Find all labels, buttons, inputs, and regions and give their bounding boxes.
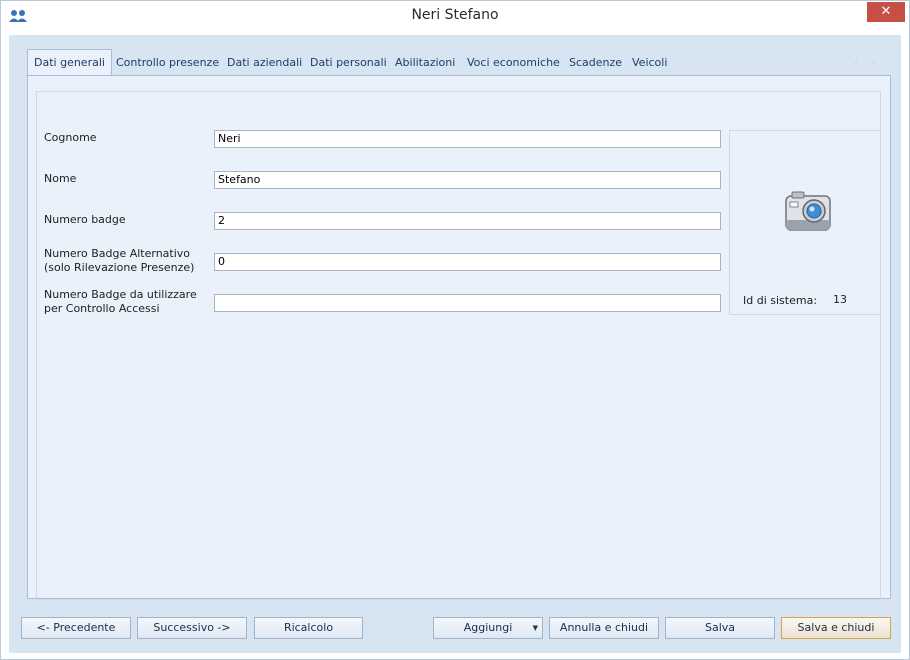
tab-abilitazioni[interactable]: Abilitazioni: [395, 52, 455, 74]
window: Neri Stefano ✕ Dati generali Controllo p…: [0, 0, 910, 660]
badge-label: Numero badge: [44, 213, 126, 226]
cognome-label: Cognome: [44, 131, 97, 144]
save-button[interactable]: Salva: [665, 617, 775, 639]
title-bar[interactable]: Neri Stefano ✕: [1, 1, 909, 31]
add-label: Aggiungi: [463, 621, 513, 634]
dropdown-arrow-icon: ▼: [532, 624, 538, 632]
tab-scadenze[interactable]: Scadenze: [569, 52, 622, 74]
badge-alt-field[interactable]: 0: [214, 253, 721, 271]
client-area: Dati generali Controllo presenze Dati az…: [9, 35, 901, 653]
tab-scroll-right-icon[interactable]: ›: [872, 56, 876, 69]
nome-field[interactable]: Stefano: [214, 171, 721, 189]
nome-label: Nome: [44, 172, 77, 185]
tab-controllo-presenze[interactable]: Controllo presenze: [116, 52, 219, 74]
cancel-close-button[interactable]: Annulla e chiudi: [549, 617, 659, 639]
tab-dati-generali[interactable]: Dati generali: [27, 49, 112, 76]
camera-icon[interactable]: [784, 190, 832, 234]
next-button[interactable]: Successivo ->: [137, 617, 247, 639]
badge-accessi-label-line1: Numero Badge da utilizzare: [44, 288, 197, 301]
tab-page-dati-generali: Cognome Neri Nome Stefano Numero badge 2…: [27, 75, 891, 600]
close-button[interactable]: ✕: [867, 2, 905, 22]
tab-strip: Dati generali Controllo presenze Dati az…: [27, 49, 887, 76]
tab-veicoli[interactable]: Veicoli: [632, 52, 667, 74]
badge-accessi-label-line2: per Controllo Accessi: [44, 302, 160, 315]
system-id-value: 13: [833, 293, 847, 306]
tab-scroll-left-icon[interactable]: ‹: [854, 56, 858, 69]
tab-dati-personali[interactable]: Dati personali: [310, 52, 387, 74]
add-dropdown-button[interactable]: Aggiungi ▼: [433, 617, 543, 639]
recalc-button[interactable]: Ricalcolo: [254, 617, 363, 639]
tab-voci-economiche[interactable]: Voci economiche: [467, 52, 560, 74]
tab-dati-aziendali[interactable]: Dati aziendali: [227, 52, 302, 74]
system-id-label: Id di sistema:: [743, 294, 818, 307]
save-close-button[interactable]: Salva e chiudi: [781, 617, 891, 639]
window-title: Neri Stefano: [411, 7, 499, 23]
badge-field[interactable]: 2: [214, 212, 721, 230]
previous-button[interactable]: <- Precedente: [21, 617, 131, 639]
badge-accessi-field[interactable]: [214, 294, 721, 312]
badge-alt-label-line2: (solo Rilevazione Presenze): [44, 261, 195, 274]
photo-panel[interactable]: Id di sistema: 13: [729, 130, 881, 315]
badge-alt-label-line1: Numero Badge Alternativo: [44, 247, 191, 260]
cognome-field[interactable]: Neri: [214, 130, 721, 148]
form-panel: Cognome Neri Nome Stefano Numero badge 2…: [36, 91, 881, 600]
